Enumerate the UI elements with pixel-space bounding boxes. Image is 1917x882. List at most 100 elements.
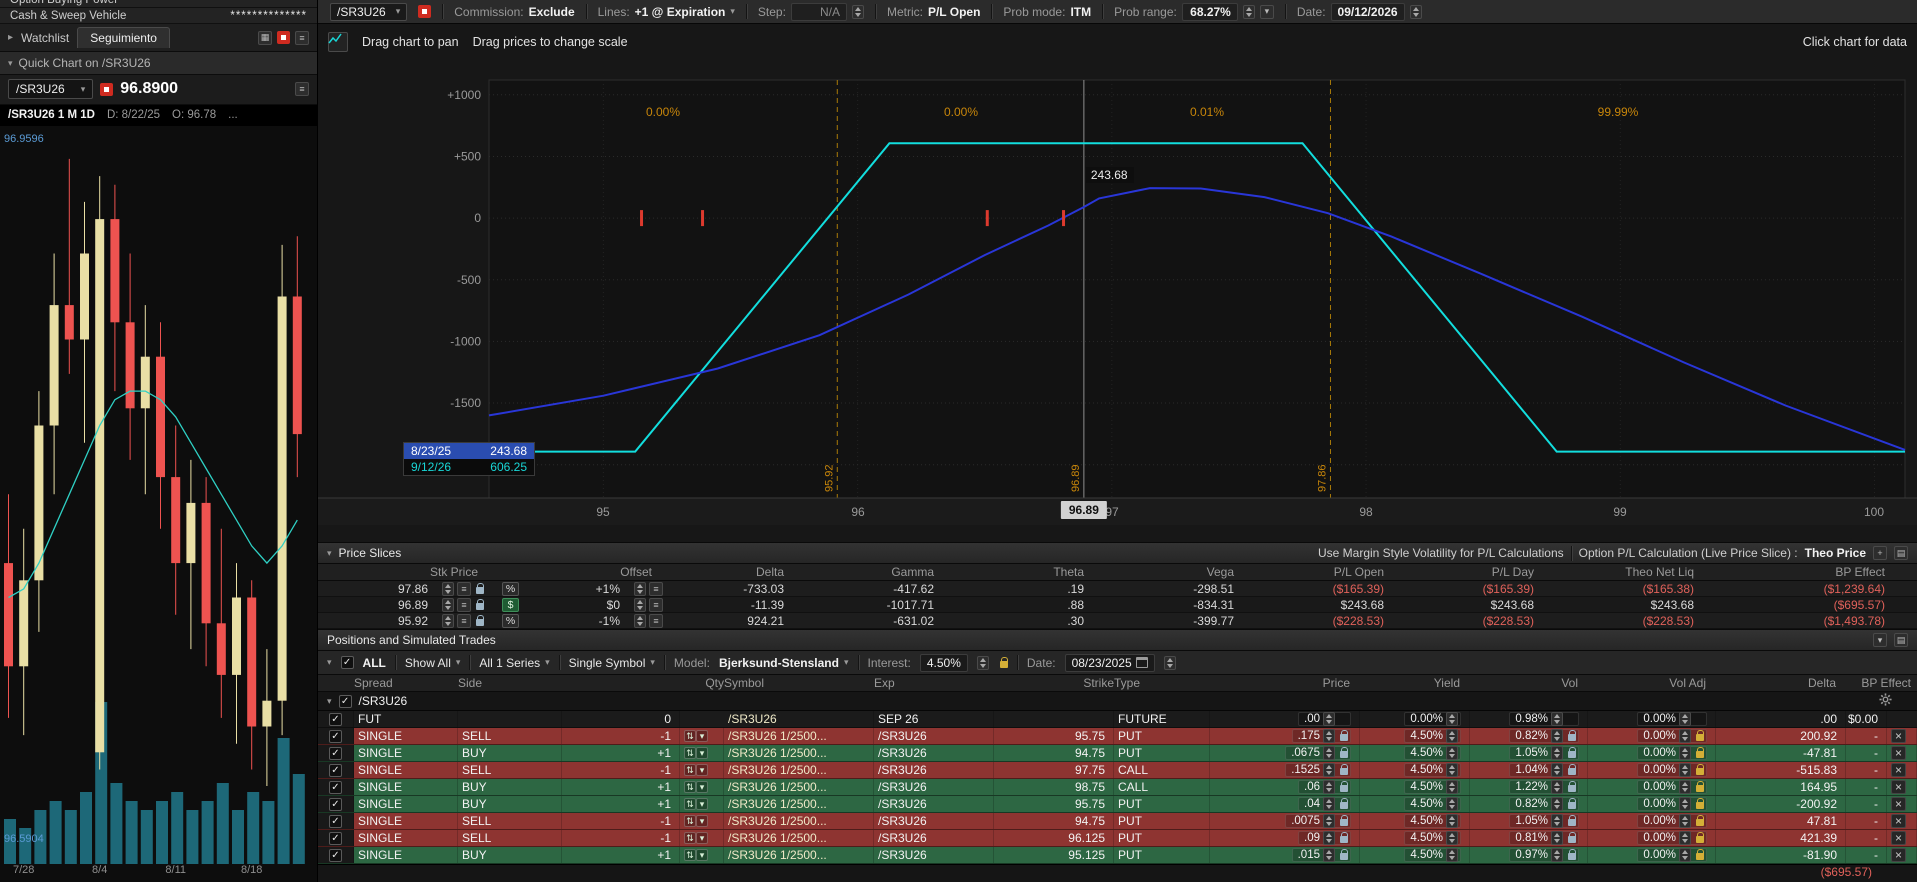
step-input[interactable]: N/A	[791, 3, 847, 21]
lock-icon[interactable]	[1340, 734, 1348, 741]
vol-adj-input[interactable]: 0.00%	[1637, 814, 1707, 828]
vol-input[interactable]: 1.04%	[1509, 763, 1579, 777]
qty-stepper-icon[interactable]: ⇅	[684, 798, 696, 810]
row-checkbox[interactable]: ✓	[329, 764, 342, 777]
list-icon[interactable]: ▤	[1894, 546, 1908, 560]
yield-stepper[interactable]	[1446, 712, 1458, 726]
price-input[interactable]: .175	[1292, 729, 1351, 743]
position-qty[interactable]: +1	[562, 779, 680, 795]
lock-icon[interactable]	[1696, 785, 1704, 792]
qty-stepper-icon[interactable]: ⇅	[684, 730, 696, 742]
slice-stepper[interactable]	[442, 582, 454, 596]
position-qty[interactable]: +1	[562, 745, 680, 761]
slice-stepper[interactable]	[442, 614, 454, 628]
gear-icon[interactable]	[1879, 693, 1892, 709]
qty-stepper-icon[interactable]: ⇅	[684, 781, 696, 793]
position-symbol[interactable]: /SR3U26 1/2500...	[724, 728, 874, 744]
yield-stepper[interactable]	[1446, 763, 1458, 777]
vol-input[interactable]: 1.05%	[1509, 814, 1579, 828]
lock-icon[interactable]	[1568, 836, 1576, 843]
lock-icon[interactable]	[1340, 836, 1348, 843]
vol-stepper[interactable]	[1551, 814, 1563, 828]
price-input[interactable]: .00	[1298, 712, 1351, 726]
menu-icon[interactable]: ≡	[649, 582, 663, 596]
yield-input[interactable]: 4.50%	[1404, 729, 1461, 743]
remove-row-button[interactable]: ×	[1891, 797, 1906, 811]
date-stepper[interactable]	[1410, 5, 1422, 19]
lock-icon[interactable]	[1696, 853, 1704, 860]
yield-stepper[interactable]	[1446, 797, 1458, 811]
interest-stepper[interactable]	[977, 656, 989, 670]
price-input[interactable]: .0075	[1285, 814, 1351, 828]
row-checkbox[interactable]: ✓	[329, 747, 342, 760]
vol-adj-input[interactable]: 0.00%	[1637, 797, 1707, 811]
interest-input[interactable]: 4.50%	[920, 654, 968, 672]
vol-adj-input[interactable]: 0.00%	[1637, 831, 1707, 845]
position-symbol[interactable]: /SR3U26 1/2500...	[724, 847, 874, 863]
slice-unit-badge[interactable]: %	[502, 614, 519, 628]
chevron-down-icon[interactable]: ▾	[696, 781, 708, 793]
remove-row-button[interactable]: ×	[1891, 763, 1906, 777]
lock-icon[interactable]	[1568, 751, 1576, 758]
date-input[interactable]: 09/12/2026	[1331, 3, 1405, 21]
alert-icon[interactable]	[277, 31, 290, 44]
yield-input[interactable]: 4.50%	[1404, 780, 1461, 794]
position-symbol[interactable]: /SR3U26 1/2500...	[724, 779, 874, 795]
vol-adj-stepper[interactable]	[1679, 763, 1691, 777]
lock-icon[interactable]	[1568, 785, 1576, 792]
menu-icon[interactable]: ≡	[457, 614, 471, 628]
qty-stepper-icon[interactable]: ⇅	[684, 764, 696, 776]
vol-stepper[interactable]	[1551, 848, 1563, 862]
symbol-selector[interactable]: /SR3U26 ▾	[330, 3, 407, 21]
vol-adj-input[interactable]: 0.00%	[1637, 729, 1707, 743]
row-checkbox[interactable]: ✓	[329, 730, 342, 743]
row-checkbox[interactable]: ✓	[329, 849, 342, 862]
vol-input[interactable]: 0.97%	[1509, 848, 1579, 862]
price-stepper[interactable]	[1323, 797, 1335, 811]
position-qty[interactable]: -1	[562, 762, 680, 778]
lock-icon[interactable]	[1568, 802, 1576, 809]
lock-icon[interactable]	[1696, 768, 1704, 775]
lock-icon[interactable]	[1340, 819, 1348, 826]
price-input[interactable]: .0675	[1285, 746, 1351, 760]
chevron-down-icon[interactable]: ▾	[696, 747, 708, 759]
price-input[interactable]: .1525	[1285, 763, 1351, 777]
lock-icon[interactable]	[1340, 853, 1348, 860]
vol-input[interactable]: 1.05%	[1509, 746, 1579, 760]
remove-row-button[interactable]: ×	[1891, 729, 1906, 743]
offset-stepper[interactable]	[634, 614, 646, 628]
price-stepper[interactable]	[1323, 814, 1335, 828]
remove-row-button[interactable]: ×	[1891, 746, 1906, 760]
lock-icon[interactable]	[1340, 768, 1348, 775]
series-dropdown[interactable]: All 1 Series ▾	[479, 656, 549, 670]
yield-input[interactable]: 4.50%	[1404, 831, 1461, 845]
show-all-dropdown[interactable]: Show All ▾	[405, 656, 461, 670]
position-qty[interactable]: -1	[562, 813, 680, 829]
yield-stepper[interactable]	[1446, 729, 1458, 743]
position-symbol[interactable]: /SR3U26 1/2500...	[724, 813, 874, 829]
menu-icon[interactable]: ≡	[295, 82, 309, 96]
price-stepper[interactable]	[1323, 763, 1335, 777]
list-icon[interactable]: ▤	[1894, 633, 1908, 647]
vol-adj-stepper[interactable]	[1679, 814, 1691, 828]
price-input[interactable]: .09	[1298, 831, 1351, 845]
lock-icon[interactable]	[476, 603, 484, 610]
alert-icon[interactable]	[100, 83, 113, 96]
chevron-down-icon[interactable]: ▾	[696, 730, 708, 742]
vol-adj-stepper[interactable]	[1679, 780, 1691, 794]
lock-icon[interactable]	[1696, 802, 1704, 809]
remove-row-button[interactable]: ×	[1891, 814, 1906, 828]
vol-adj-input[interactable]: 0.00%	[1637, 848, 1707, 862]
vol-adj-stepper[interactable]	[1679, 848, 1691, 862]
slice-offset[interactable]: $0	[534, 598, 630, 612]
vol-stepper[interactable]	[1551, 712, 1563, 726]
lock-icon[interactable]	[1696, 751, 1704, 758]
price-stepper[interactable]	[1323, 729, 1335, 743]
add-slice-button[interactable]: +	[1873, 546, 1887, 560]
vol-adj-stepper[interactable]	[1679, 729, 1691, 743]
select-all-checkbox[interactable]: ✓	[341, 656, 354, 669]
row-checkbox[interactable]: ✓	[329, 832, 342, 845]
slice-stk-price[interactable]: 97.86	[318, 582, 438, 596]
remove-row-button[interactable]: ×	[1891, 831, 1906, 845]
position-symbol[interactable]: /SR3U26 1/2500...	[724, 796, 874, 812]
